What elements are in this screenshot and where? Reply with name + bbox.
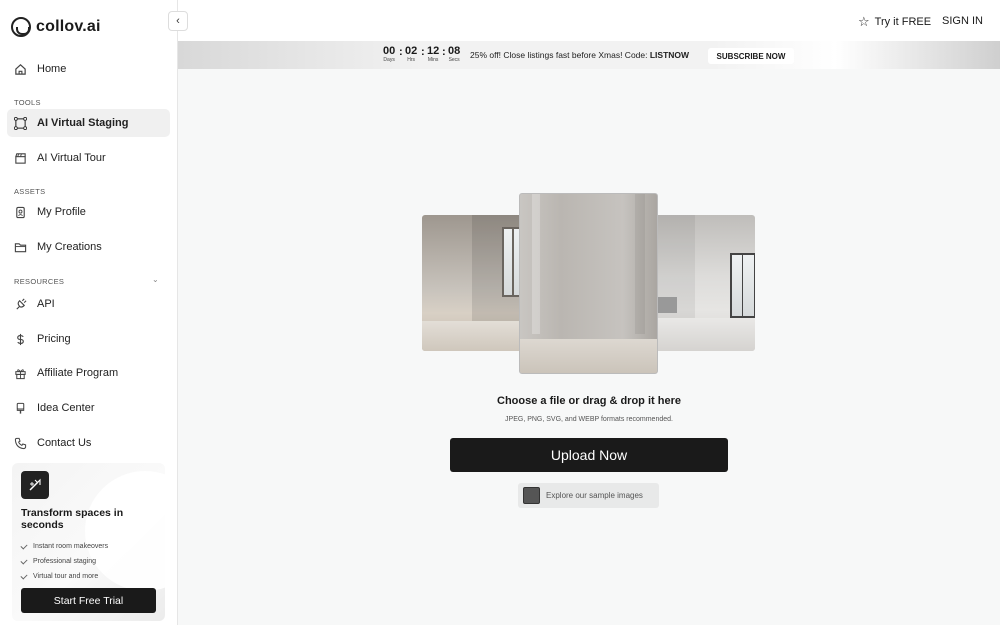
- dropzone-title: Choose a file or drag & drop it here: [497, 395, 681, 407]
- countdown-separator: :: [399, 46, 403, 58]
- sidebar-item-home[interactable]: Home: [7, 55, 170, 83]
- folder-icon: [13, 240, 27, 254]
- try-free-label: Try it FREE: [874, 16, 932, 28]
- clapperboard-icon: [13, 151, 27, 165]
- top-bar: ☆ Try it FREE SIGN IN: [178, 0, 1000, 41]
- sidebar-item-label: My Creations: [37, 241, 102, 253]
- logo-icon: [11, 17, 31, 37]
- promo-feature: Virtual tour and more: [20, 569, 108, 584]
- dollar-icon: [13, 332, 27, 346]
- sample-thumbnail-icon: [523, 487, 540, 504]
- try-free-link[interactable]: ☆ Try it FREE: [858, 14, 931, 30]
- chevron-down-icon[interactable]: ⌄: [152, 275, 159, 284]
- check-icon: [20, 571, 28, 580]
- section-label-assets: ASSETS: [14, 187, 46, 196]
- check-icon: [20, 541, 28, 550]
- sidebar: collov.ai Home TOOLS AI Virtual Staging …: [0, 0, 178, 625]
- promo-banner: 00 Days : 02 Hrs : 12 Mins : 08 Secs 25%…: [178, 41, 1000, 69]
- profile-icon: [13, 205, 27, 219]
- sidebar-item-label: AI Virtual Staging: [37, 117, 129, 129]
- promo-feature: Instant room makeovers: [20, 539, 108, 554]
- wand-icon: [21, 471, 49, 499]
- sidebar-item-ai-virtual-tour[interactable]: AI Virtual Tour: [7, 144, 170, 172]
- promo-feature: Professional staging: [20, 554, 108, 569]
- promo-title: Transform spaces in seconds: [21, 507, 124, 531]
- sidebar-item-pricing[interactable]: Pricing: [7, 325, 170, 353]
- api-icon: [13, 297, 27, 311]
- phone-icon: [13, 436, 27, 450]
- countdown-hours: 02 Hrs: [405, 45, 418, 64]
- sidebar-collapse-button[interactable]: ‹: [168, 11, 188, 31]
- chevron-left-icon: ‹: [176, 15, 180, 27]
- gift-icon: [13, 366, 27, 380]
- upload-now-button[interactable]: Upload Now: [450, 438, 728, 472]
- countdown-separator: :: [442, 46, 446, 58]
- sidebar-item-label: Idea Center: [37, 402, 95, 414]
- promo-feature-list: Instant room makeovers Professional stag…: [20, 539, 108, 584]
- countdown-minutes: 12 Mins: [427, 45, 440, 64]
- sign-in-link[interactable]: SIGN IN: [942, 15, 983, 27]
- sidebar-item-label: AI Virtual Tour: [37, 152, 106, 164]
- sidebar-item-affiliate-program[interactable]: Affiliate Program: [7, 359, 170, 387]
- section-label-tools: TOOLS: [14, 98, 41, 107]
- sample-room-image-left: [422, 215, 522, 351]
- brand-name: collov.ai: [36, 18, 101, 35]
- home-icon: [13, 62, 27, 76]
- sidebar-item-api[interactable]: API: [7, 290, 170, 318]
- section-label-resources: RESOURCES: [14, 277, 65, 286]
- banner-message: 25% off! Close listings fast before Xmas…: [470, 50, 690, 60]
- promo-code: LISTNOW: [649, 50, 690, 60]
- subscribe-now-button[interactable]: SUBSCRIBE NOW: [708, 48, 794, 64]
- countdown-seconds: 08 Secs: [448, 45, 461, 64]
- sidebar-item-idea-center[interactable]: Idea Center: [7, 394, 170, 422]
- staging-icon: [13, 116, 27, 130]
- sidebar-item-label: Contact Us: [37, 437, 92, 449]
- sidebar-item-contact-us[interactable]: Contact Us: [7, 429, 170, 457]
- sidebar-item-label: Home: [37, 63, 67, 75]
- sample-room-image-center: [519, 193, 658, 374]
- check-icon: [20, 556, 28, 565]
- countdown-days: 00 Days: [383, 45, 396, 64]
- explore-sample-images-button[interactable]: Explore our sample images: [518, 483, 659, 508]
- brand-logo[interactable]: collov.ai: [11, 17, 101, 37]
- sidebar-item-label: API: [37, 298, 55, 310]
- sidebar-item-my-creations[interactable]: My Creations: [7, 233, 170, 261]
- sidebar-item-label: Pricing: [37, 333, 71, 345]
- sidebar-item-ai-virtual-staging[interactable]: AI Virtual Staging: [7, 109, 170, 137]
- sidebar-item-label: Affiliate Program: [37, 367, 119, 379]
- sample-images-label: Explore our sample images: [546, 491, 643, 500]
- promo-card: Transform spaces in seconds Instant room…: [12, 463, 165, 621]
- dropzone-formats: JPEG, PNG, SVG, and WEBP formats recomme…: [505, 416, 673, 423]
- star-icon: ☆: [858, 14, 870, 29]
- brush-icon: [13, 401, 27, 415]
- countdown-separator: :: [421, 46, 425, 58]
- start-free-trial-button[interactable]: Start Free Trial: [21, 588, 156, 613]
- sidebar-item-label: My Profile: [37, 206, 86, 218]
- sidebar-item-my-profile[interactable]: My Profile: [7, 198, 170, 226]
- sample-room-image-right: [655, 215, 755, 351]
